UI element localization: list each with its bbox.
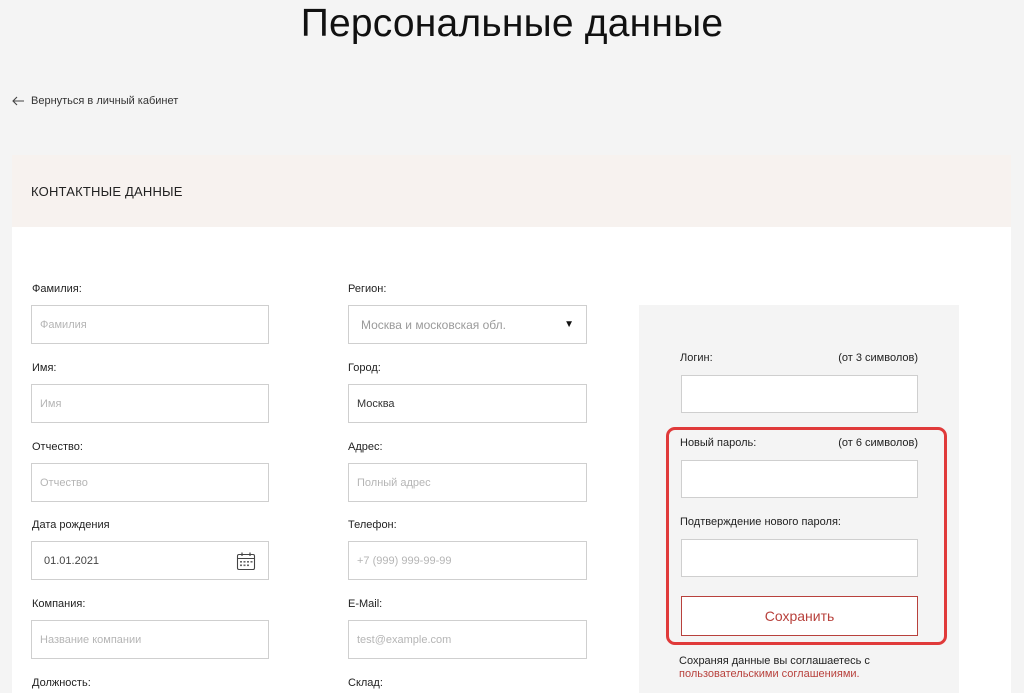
agreement-text: Сохраняя данные вы соглашаетесь с (679, 655, 870, 667)
agreement-link[interactable]: пользовательскими соглашениями. (679, 668, 860, 680)
city-input[interactable] (348, 384, 587, 423)
login-hint: (от 3 символов) (838, 352, 918, 364)
back-to-account-link[interactable]: Вернуться в личный кабинет (12, 95, 178, 107)
city-label: Город: (348, 362, 381, 374)
region-selected-value: Москва и московская обл. (361, 317, 506, 332)
region-select[interactable]: Москва и московская обл. ▼ (348, 305, 587, 344)
first-name-input[interactable] (31, 384, 269, 423)
warehouse-label: Склад: (348, 677, 383, 689)
new-password-input[interactable] (681, 460, 918, 498)
login-label: Логин: (680, 352, 713, 364)
middle-name-label: Отчество: (32, 441, 83, 453)
middle-name-input[interactable] (31, 463, 269, 502)
email-input[interactable] (348, 620, 587, 659)
save-button[interactable]: Сохранить (681, 596, 918, 636)
last-name-label: Фамилия: (32, 283, 82, 295)
agreement-note: Сохраняя данные вы соглашаетесь с пользо… (679, 655, 939, 681)
region-label: Регион: (348, 283, 387, 295)
calendar-icon[interactable] (236, 551, 256, 571)
company-label: Компания: (32, 598, 86, 610)
back-link-label: Вернуться в личный кабинет (31, 95, 179, 107)
confirm-password-label: Подтверждение нового пароля: (680, 516, 841, 528)
phone-label: Телефон: (348, 519, 397, 531)
contact-data-card: КОНТАКТНЫЕ ДАННЫЕ Фамилия: Имя: Отчество… (12, 155, 1011, 693)
position-label: Должность: (32, 677, 91, 689)
address-label: Адрес: (348, 441, 383, 453)
first-name-label: Имя: (32, 362, 57, 374)
caret-down-icon: ▼ (564, 319, 574, 330)
login-input[interactable] (681, 375, 918, 413)
page-title: Персональные данные (300, 2, 724, 45)
section-header: КОНТАКТНЫЕ ДАННЫЕ (12, 155, 1011, 227)
birth-date-input[interactable]: 01.01.2021 (31, 541, 269, 580)
address-input[interactable] (348, 463, 587, 502)
new-password-label: Новый пароль: (680, 437, 757, 449)
new-password-hint: (от 6 символов) (838, 437, 918, 449)
section-title: КОНТАКТНЫЕ ДАННЫЕ (31, 183, 183, 199)
company-input[interactable] (31, 620, 269, 659)
arrow-left-icon (12, 96, 24, 106)
phone-input[interactable] (348, 541, 587, 580)
email-label: E-Mail: (348, 598, 383, 610)
last-name-input[interactable] (31, 305, 269, 344)
confirm-password-input[interactable] (681, 539, 918, 577)
birth-date-label: Дата рождения (32, 519, 110, 531)
birth-date-value: 01.01.2021 (44, 554, 100, 567)
